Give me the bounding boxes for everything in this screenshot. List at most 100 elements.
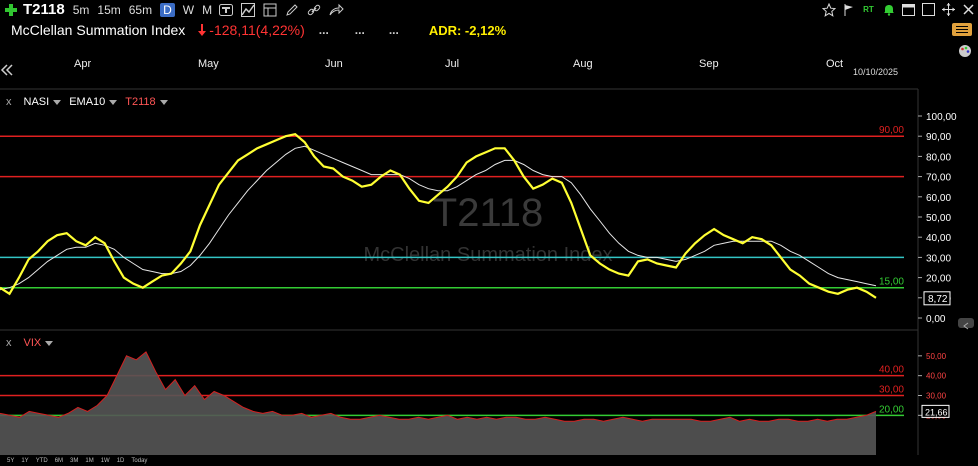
share-icon[interactable] xyxy=(328,2,344,18)
upper-pane-legend: x NASI EMA10 T2118 xyxy=(6,96,176,108)
range-ytd[interactable]: YTD xyxy=(36,458,48,464)
y-tick-label: 90,00 xyxy=(926,132,951,143)
symbol-info-row: McClellan Summation Index -128,11 (4,22%… xyxy=(0,19,978,41)
realtime-icon[interactable]: RT xyxy=(861,2,876,17)
maximize-icon[interactable] xyxy=(921,2,936,17)
range-5y[interactable]: 5Y xyxy=(7,458,14,464)
range-1y[interactable]: 1Y xyxy=(21,458,28,464)
symbol-label[interactable]: T2118 xyxy=(23,1,65,18)
legend-vix[interactable]: VIX xyxy=(24,337,42,349)
toolbar-right: RT xyxy=(821,0,976,19)
y-tick-label: 100,00 xyxy=(926,112,957,123)
symbol-full-name: McClellan Summation Index xyxy=(11,22,186,38)
vix-reference-label: 30,00 xyxy=(879,385,904,396)
y-tick-label: 50,00 xyxy=(926,213,951,224)
y-tick-label: 20,00 xyxy=(926,274,951,285)
nasi-line xyxy=(0,133,877,299)
reference-line-label: 90,00 xyxy=(879,125,904,136)
last-value-box xyxy=(923,291,951,306)
y-tick-label: 80,00 xyxy=(926,152,951,163)
vix-y-tick-label: 30,00 xyxy=(926,392,947,401)
chevron-down-icon[interactable] xyxy=(53,99,62,105)
down-arrow-icon xyxy=(197,23,207,37)
pencil-icon[interactable] xyxy=(284,2,300,18)
y-tick-label: 30,00 xyxy=(926,253,951,264)
y-tick-label: 0,00 xyxy=(926,314,946,325)
reference-line-label: 15,00 xyxy=(879,277,904,288)
tc-icon[interactable] xyxy=(218,2,234,18)
chevron-down-icon[interactable] xyxy=(45,340,54,346)
y-tick-label: 40,00 xyxy=(926,233,951,244)
chevron-down-icon[interactable] xyxy=(159,99,168,105)
close-pane-icon[interactable]: x xyxy=(6,96,12,108)
star-icon[interactable] xyxy=(821,2,836,17)
vix-line xyxy=(0,351,877,422)
month-label-sep: Sep xyxy=(699,58,719,70)
range-1w[interactable]: 1W xyxy=(101,458,110,464)
lower-pane-legend: x VIX xyxy=(6,337,61,349)
interval-monthly[interactable]: M xyxy=(202,3,212,17)
month-label-jun: Jun xyxy=(325,58,343,70)
interval-daily[interactable]: D xyxy=(160,2,175,17)
interval-65m[interactable]: 65m xyxy=(129,3,152,17)
indicator-icon[interactable] xyxy=(240,2,256,18)
vix-reference-label: 40,00 xyxy=(879,365,904,376)
y-tick-label: 60,00 xyxy=(926,193,951,204)
month-label-aug: Aug xyxy=(573,58,593,70)
watermark-name: McClellan Summation Index xyxy=(364,244,613,266)
move-icon[interactable] xyxy=(941,2,956,17)
legend-t2118[interactable]: T2118 xyxy=(125,96,155,108)
vix-reference-label: 20,00 xyxy=(879,404,904,415)
ema10-line xyxy=(0,145,877,291)
link-icon[interactable] xyxy=(306,2,322,18)
vix-y-tick-label: 20,00 xyxy=(926,411,947,420)
add-symbol-icon[interactable] xyxy=(3,2,19,18)
layout-icon[interactable] xyxy=(262,2,278,18)
info-dots-1[interactable]: ... xyxy=(319,23,329,37)
legend-ema10[interactable]: EMA10 xyxy=(69,96,105,108)
last-value-label: 8,72 xyxy=(928,294,948,305)
month-label-jul: Jul xyxy=(445,58,460,70)
range-1m[interactable]: 1M xyxy=(85,458,93,464)
collapse-axis-icon[interactable] xyxy=(958,318,974,330)
vix-y-tick-label: 40,00 xyxy=(926,372,947,381)
adr-value: ADR: -2,12% xyxy=(428,22,507,38)
watermark-symbol: T2118 xyxy=(433,191,543,235)
palette-icon[interactable] xyxy=(958,44,972,58)
interval-15m[interactable]: 15m xyxy=(97,3,120,17)
vix-last-value-label: 21,66 xyxy=(925,407,948,417)
month-label-may: May xyxy=(198,58,219,70)
range-6m[interactable]: 6M xyxy=(55,458,63,464)
chevron-down-icon[interactable] xyxy=(109,99,118,105)
current-date-label: 10/10/2025 xyxy=(853,67,899,77)
info-dots-2[interactable]: ... xyxy=(355,23,365,37)
month-label-oct: Oct xyxy=(826,58,844,70)
top-toolbar: T2118 5m 15m 65m D W M RT xyxy=(0,0,978,19)
hamburger-menu-icon[interactable] xyxy=(952,23,972,36)
lower-pane: 40,0030,0020,0050,0040,0030,0020,0021,66 xyxy=(0,351,950,455)
scroll-back-icon[interactable] xyxy=(0,63,18,77)
vix-y-tick-label: 50,00 xyxy=(926,352,947,361)
range-1d[interactable]: 1D xyxy=(117,458,125,464)
range-today[interactable]: Today xyxy=(131,458,147,464)
window-icon[interactable] xyxy=(901,2,916,17)
flag-icon[interactable] xyxy=(841,2,856,17)
bell-icon[interactable] xyxy=(881,2,896,17)
month-label-apr: Apr xyxy=(74,58,92,70)
price-change-percent: (4,22%) xyxy=(255,22,305,38)
interval-weekly[interactable]: W xyxy=(183,3,194,17)
close-icon[interactable] xyxy=(961,2,976,17)
range-3m[interactable]: 3M xyxy=(70,458,78,464)
y-tick-label: 70,00 xyxy=(926,173,951,184)
time-axis: Apr May Jun Jul Aug Sep Oct 10/10/2025 xyxy=(0,41,978,89)
range-selector-bar: 5Y 1Y YTD 6M 3M 1M 1W 1D Today xyxy=(0,455,978,466)
info-dots-3[interactable]: ... xyxy=(389,23,399,37)
y-tick-label: 10,00 xyxy=(926,294,951,305)
vix-area xyxy=(0,351,876,455)
vix-last-value-box xyxy=(921,404,950,418)
close-pane-icon[interactable]: x xyxy=(6,337,12,349)
legend-nasi[interactable]: NASI xyxy=(24,96,50,108)
price-change: -128,11 xyxy=(209,22,256,38)
upper-pane: T2118 McClellan Summation Index 90,00 15,00… xyxy=(0,112,957,325)
interval-5m[interactable]: 5m xyxy=(73,3,90,17)
